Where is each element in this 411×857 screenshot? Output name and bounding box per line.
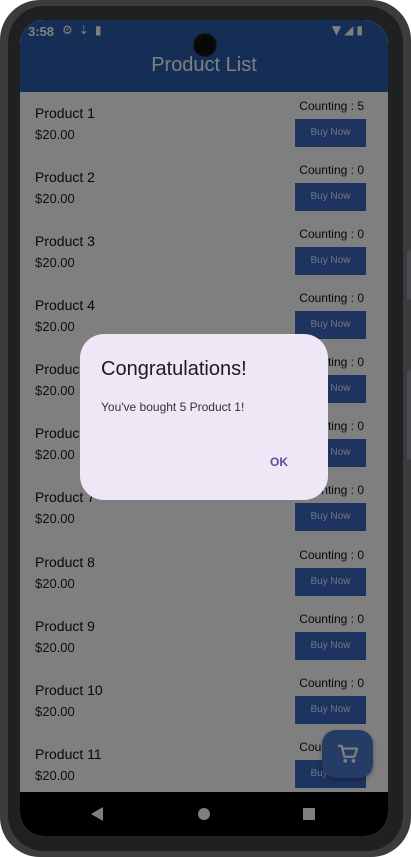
power-button (407, 370, 411, 460)
congratulations-dialog: Congratulations! You've bought 5 Product… (80, 334, 328, 500)
dialog-title: Congratulations! (101, 358, 247, 380)
volume-button (407, 250, 411, 300)
phone-frame: 3:58 ⚙⇣▮ ▼◢▮ Product List Product 1 $20.… (0, 0, 411, 857)
screen: 3:58 ⚙⇣▮ ▼◢▮ Product List Product 1 $20.… (20, 20, 388, 836)
dialog-message: You've bought 5 Product 1! (101, 400, 245, 414)
ok-button[interactable]: OK (262, 450, 296, 474)
